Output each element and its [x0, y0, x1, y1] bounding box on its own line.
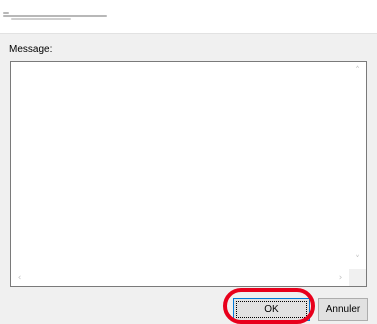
cancel-button[interactable]: Annuler: [318, 298, 368, 321]
dialog-body: Message: ˄ ˅ ‹ › OK Annuler: [0, 33, 377, 324]
vertical-scrollbar[interactable]: ˄ ˅: [349, 62, 366, 269]
chevron-down-icon[interactable]: ˅: [349, 255, 366, 265]
message-dialog: Message: ˄ ˅ ‹ › OK Annuler: [0, 0, 377, 324]
title-bar[interactable]: [0, 0, 377, 33]
chevron-left-icon[interactable]: ‹: [11, 273, 28, 283]
message-textarea[interactable]: ˄ ˅ ‹ ›: [10, 61, 367, 287]
scrollbar-corner: [349, 269, 366, 286]
ok-button[interactable]: OK: [233, 298, 310, 321]
message-label: Message:: [9, 44, 53, 55]
chevron-right-icon[interactable]: ›: [332, 273, 349, 283]
horizontal-scrollbar[interactable]: ‹ ›: [11, 269, 349, 286]
chevron-up-icon[interactable]: ˄: [349, 66, 366, 76]
blurred-title-text: [3, 12, 107, 22]
